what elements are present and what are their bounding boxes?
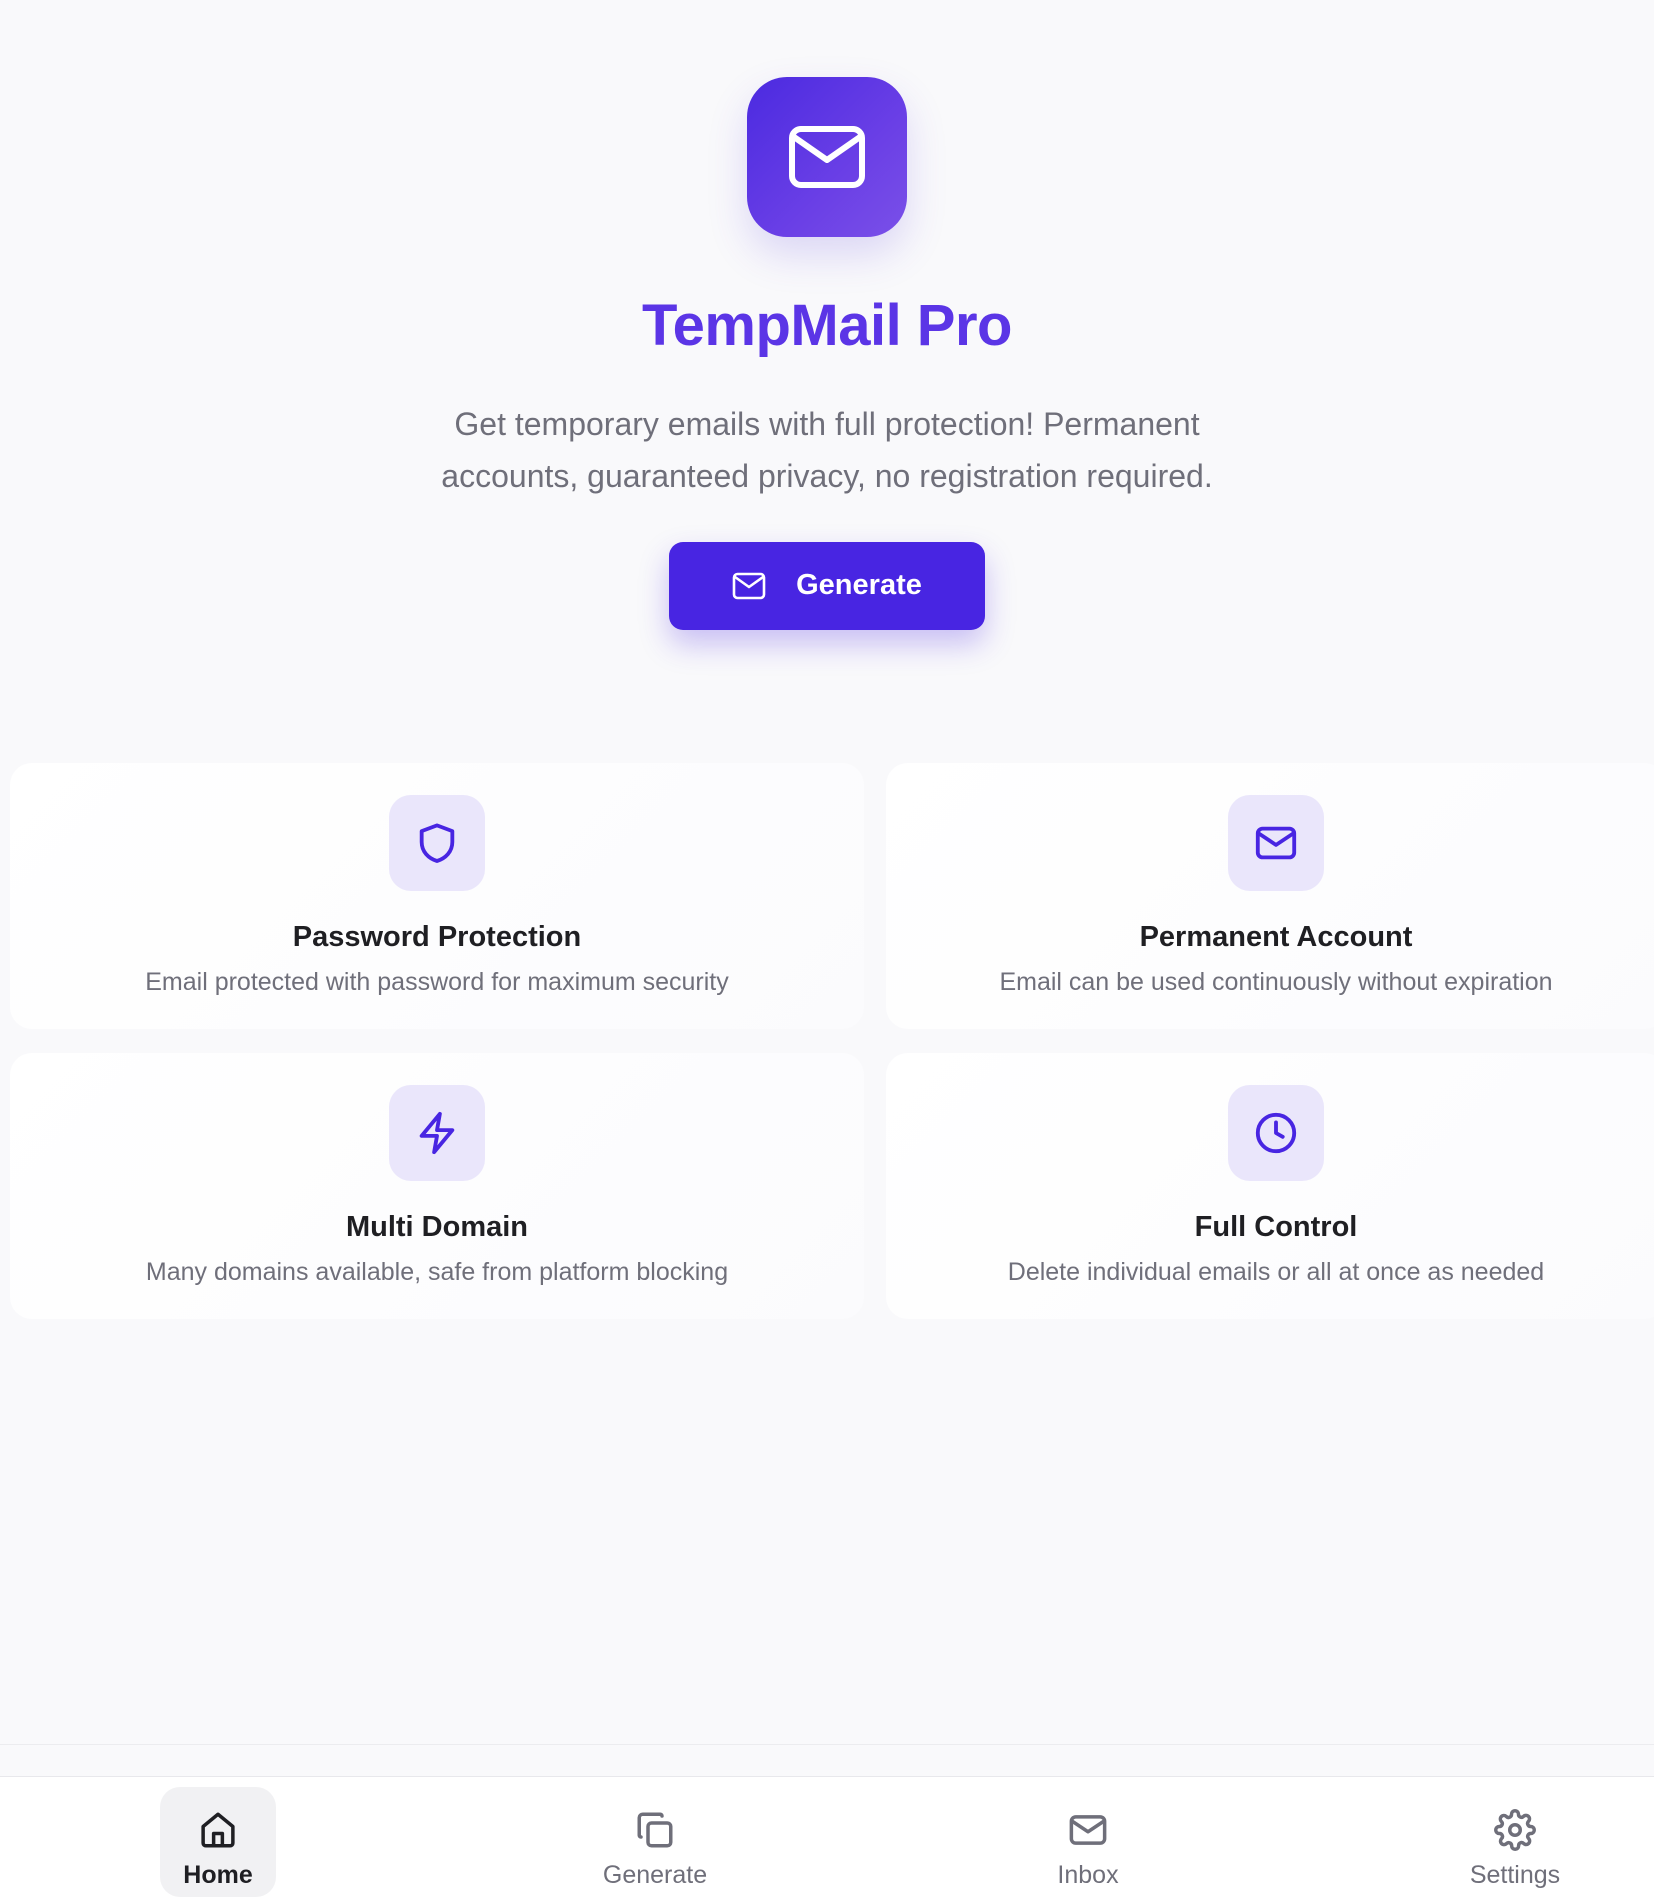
feature-description: Email protected with password for maximu… <box>145 968 729 996</box>
mail-icon <box>1255 826 1297 860</box>
divider <box>0 1744 1654 1745</box>
nav-label: Settings <box>1469 1861 1561 1889</box>
nav-item-generate[interactable]: Generate <box>590 1787 720 1897</box>
feature-title: Permanent Account <box>1139 921 1413 953</box>
nav-item-settings[interactable]: Settings <box>1450 1787 1580 1897</box>
feature-icon-badge <box>1228 795 1324 891</box>
feature-title: Multi Domain <box>345 1211 529 1243</box>
generate-button[interactable]: Generate <box>669 541 985 630</box>
lightning-icon <box>419 1111 455 1155</box>
app-logo <box>747 77 907 237</box>
app-title: TempMail Pro <box>642 293 1012 358</box>
mail-icon <box>732 572 766 599</box>
home-icon <box>201 1812 235 1848</box>
nav-label: Generate <box>602 1861 708 1889</box>
feature-title: Password Protection <box>292 921 582 953</box>
nav-label: Home <box>183 1861 253 1889</box>
feature-card-multi-domain: Multi Domain Many domains available, saf… <box>10 1053 864 1319</box>
feature-description: Delete individual emails or all at once … <box>1007 1258 1545 1286</box>
feature-description: Email can be used continuously without e… <box>999 968 1553 996</box>
nav-item-home[interactable]: Home <box>160 1787 276 1897</box>
shield-icon <box>419 823 455 863</box>
feature-icon-badge <box>389 1085 485 1181</box>
feature-card-permanent-account: Permanent Account Email can be used cont… <box>886 763 1654 1029</box>
feature-card-password-protection: Password Protection Email protected with… <box>10 763 864 1029</box>
nav-item-inbox[interactable]: Inbox <box>1028 1787 1148 1897</box>
features-grid: Password Protection Email protected with… <box>10 763 1654 1319</box>
gear-icon <box>1494 1809 1536 1851</box>
clock-icon <box>1255 1112 1297 1154</box>
feature-description: Many domains available, safe from platfo… <box>145 1258 729 1286</box>
feature-icon-badge <box>389 795 485 891</box>
app-tagline: Get temporary emails with full protectio… <box>441 405 1213 494</box>
feature-title: Full Control <box>1194 1211 1358 1243</box>
nav-label: Inbox <box>1057 1861 1119 1889</box>
mail-icon <box>789 126 865 188</box>
copy-icon <box>637 1812 673 1848</box>
hero-section: TempMail Pro Get temporary emails with f… <box>0 0 1654 630</box>
feature-icon-badge <box>1228 1085 1324 1181</box>
app-screen: TempMail Pro Get temporary emails with f… <box>0 0 1654 1900</box>
bottom-nav: Home Generate Inbox Settings <box>0 1776 1654 1900</box>
mail-icon <box>1069 1815 1107 1845</box>
feature-card-full-control: Full Control Delete individual emails or… <box>886 1053 1654 1319</box>
generate-button-label: Generate <box>796 569 922 602</box>
